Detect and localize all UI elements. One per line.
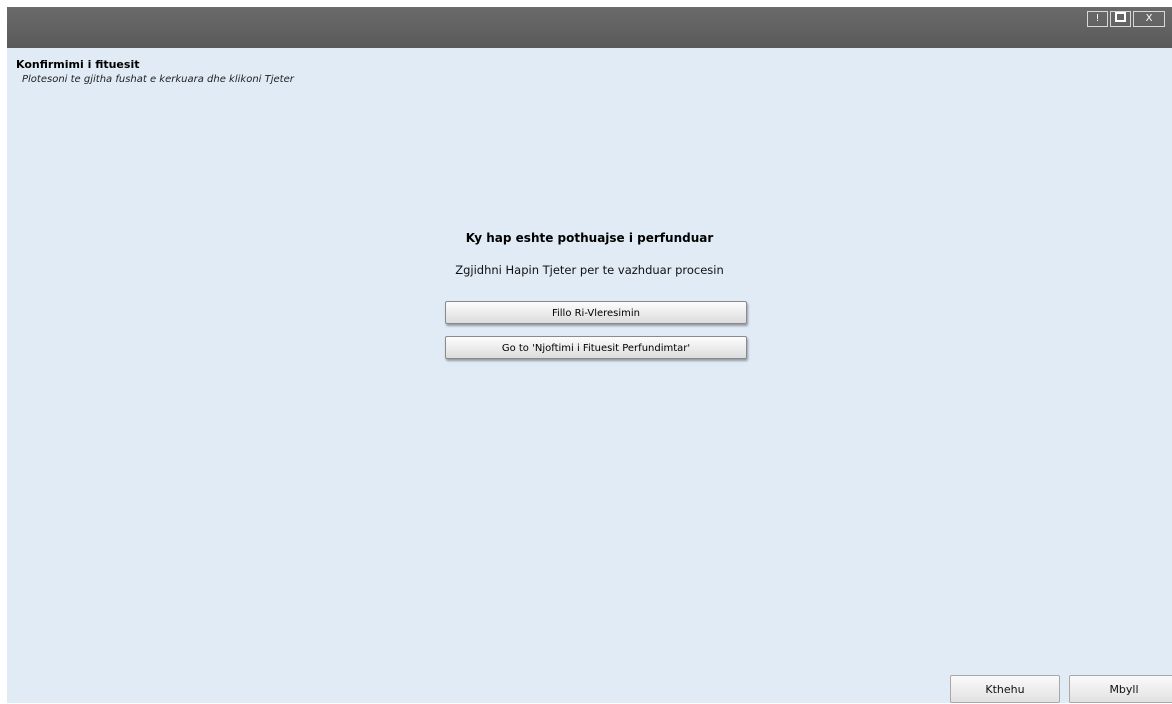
page-subtitle: Plotesoni te gjitha fushat e kerkuara dh…: [22, 74, 294, 85]
page-title: Konfirmimi i fituesit: [16, 58, 140, 71]
wizard-window: ! X Konfirmimi i fituesit Plotesoni te g…: [7, 7, 1172, 703]
alert-button[interactable]: !: [1087, 11, 1108, 27]
go-to-final-winner-notification-button[interactable]: Go to 'Njoftimi i Fituesit Perfundimtar': [445, 336, 747, 359]
back-button[interactable]: Kthehu: [950, 675, 1060, 703]
maximize-button[interactable]: [1110, 11, 1131, 27]
start-reevaluation-button[interactable]: Fillo Ri-Vleresimin: [445, 301, 747, 324]
title-bar: ! X: [7, 7, 1172, 48]
window-controls: ! X: [1085, 11, 1165, 27]
close-button[interactable]: Mbyll: [1069, 675, 1172, 703]
step-instruction: Zgjidhni Hapin Tjeter per te vazhduar pr…: [455, 263, 724, 277]
close-window-button[interactable]: X: [1133, 11, 1165, 27]
maximize-icon: [1115, 12, 1126, 22]
step-status-heading: Ky hap eshte pothuajse i perfunduar: [465, 231, 714, 245]
